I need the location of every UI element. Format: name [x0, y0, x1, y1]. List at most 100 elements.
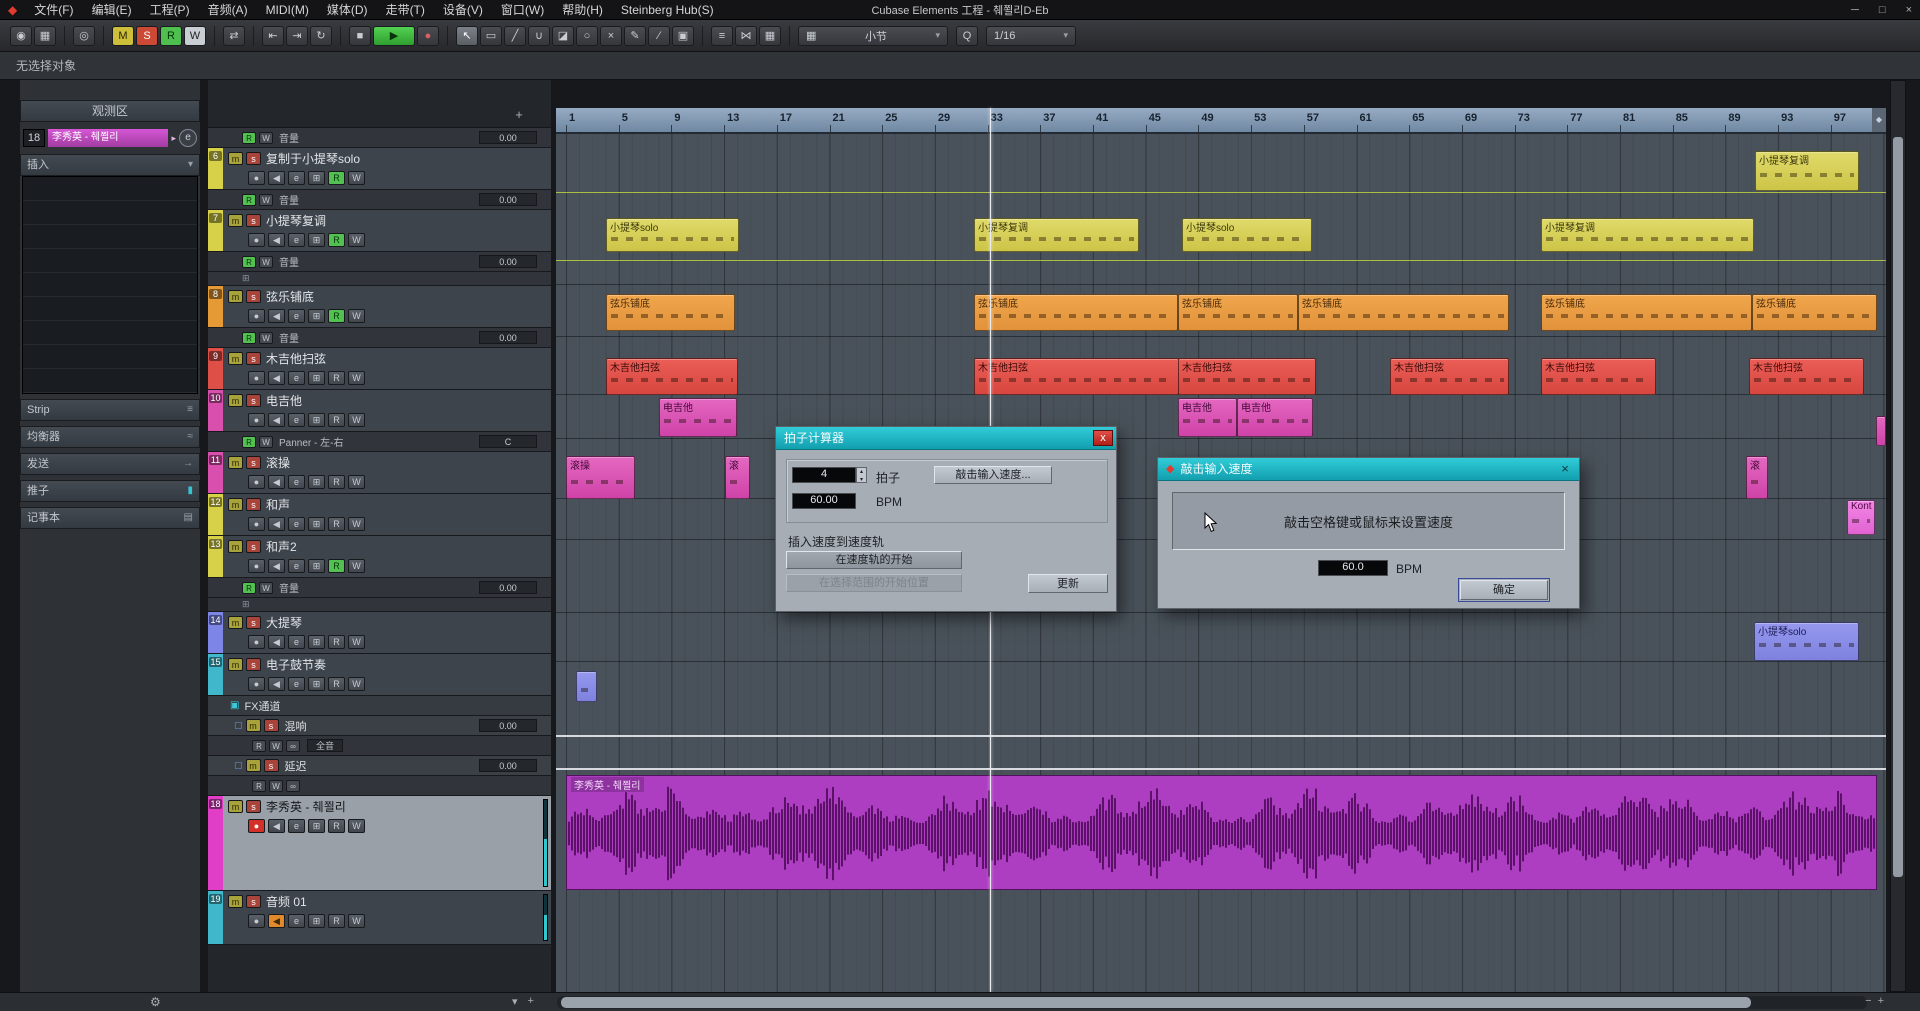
record-arm-button[interactable]: ●: [248, 413, 265, 427]
read-button[interactable]: R: [328, 635, 345, 649]
record-arm-button[interactable]: ●: [248, 517, 265, 531]
track-name[interactable]: 电吉他: [266, 392, 302, 409]
menu-item[interactable]: 设备(V): [434, 0, 492, 20]
insert-slot[interactable]: [23, 201, 197, 225]
insert-slot[interactable]: [23, 321, 197, 345]
solo-button[interactable]: s: [246, 800, 261, 813]
erase-tool[interactable]: ◪: [552, 25, 574, 46]
automation-row[interactable]: R W Panner - 左-右 C: [208, 432, 551, 452]
write-button[interactable]: W: [259, 131, 273, 144]
mute-button[interactable]: m: [228, 800, 243, 813]
solo-button[interactable]: s: [246, 456, 261, 469]
automation-row-extra[interactable]: ⊞: [208, 272, 551, 286]
solo-button[interactable]: s: [246, 290, 261, 303]
track-name[interactable]: 大提琴: [266, 614, 302, 631]
monitor-button[interactable]: ◀: [268, 171, 285, 185]
midi-input-button[interactable]: ⊞: [308, 413, 325, 427]
fx-W-button[interactable]: W: [269, 739, 283, 752]
edit-channel-button[interactable]: e: [288, 475, 305, 489]
track-row-18[interactable]: 18 m s 李秀英 - 췌쬘리 ● ◀ e ⊞ R W: [208, 796, 551, 891]
write-button[interactable]: W: [348, 635, 365, 649]
read-button[interactable]: R: [328, 517, 345, 531]
track-row-19[interactable]: 19 m s 音频 01 ● ◀ e ⊞ R W: [208, 891, 551, 945]
clip[interactable]: 弦乐铺底: [1298, 294, 1509, 331]
insert-slot[interactable]: [23, 369, 197, 393]
solo-button[interactable]: s: [246, 152, 261, 165]
gear-icon[interactable]: ⚙: [150, 995, 161, 1009]
mute-all-button[interactable]: M: [112, 25, 134, 46]
close-icon[interactable]: ×: [1557, 461, 1573, 477]
write-button[interactable]: W: [348, 413, 365, 427]
beats-field[interactable]: 4: [792, 467, 856, 483]
beat-calculator-title-bar[interactable]: 拍子计算器: [776, 427, 1116, 450]
tap-tempo-title-bar[interactable]: ◆ 敲击输入速度: [1158, 458, 1579, 481]
read-button[interactable]: R: [242, 435, 256, 448]
monitor-button[interactable]: ◀: [268, 517, 285, 531]
track-row-13[interactable]: 13 m s 和声2 ● ◀ e ⊞ R W: [208, 536, 551, 578]
solo-button[interactable]: s: [246, 352, 261, 365]
clip[interactable]: 弦乐铺底: [606, 294, 735, 331]
clip[interactable]: 弦乐铺底: [1541, 294, 1752, 331]
track-name[interactable]: 电子鼓节奏: [266, 656, 326, 673]
tap-bpm-field[interactable]: 60.0: [1318, 560, 1388, 576]
menu-item[interactable]: 媒体(D): [318, 0, 377, 20]
horizontal-scrollbar[interactable]: [557, 996, 1867, 1009]
fx-∞-button[interactable]: ∞: [286, 739, 300, 752]
clip[interactable]: Kont: [1847, 500, 1875, 535]
read-button[interactable]: R: [242, 131, 256, 144]
write-button[interactable]: W: [259, 193, 273, 206]
mute-button[interactable]: m: [228, 540, 243, 553]
insert-slot[interactable]: [23, 297, 197, 321]
automation-row[interactable]: R W 音量 0.00: [208, 252, 551, 272]
midi-input-button[interactable]: ⊞: [308, 233, 325, 247]
midi-input-button[interactable]: ⊞: [308, 914, 325, 928]
clip[interactable]: 滚操: [566, 456, 635, 499]
track-name[interactable]: 和声2: [266, 538, 297, 555]
record-arm-button[interactable]: ●: [248, 171, 265, 185]
close-button[interactable]: ×: [1906, 4, 1912, 16]
inspector-header[interactable]: 观测区: [20, 100, 200, 122]
insert-slot[interactable]: [23, 249, 197, 273]
ok-button[interactable]: 确定: [1458, 578, 1550, 602]
fx-track-row[interactable]: ▢ m s 延迟 0.00: [208, 756, 551, 776]
edit-channel-button[interactable]: e: [288, 635, 305, 649]
clip[interactable]: 小提琴复调: [974, 218, 1139, 252]
midi-input-button[interactable]: ⊞: [308, 171, 325, 185]
monitor-button[interactable]: ◀: [268, 475, 285, 489]
write-button[interactable]: W: [348, 475, 365, 489]
read-button[interactable]: R: [328, 309, 345, 323]
edit-channel-button[interactable]: e: [288, 517, 305, 531]
record-arm-button[interactable]: ●: [248, 233, 265, 247]
write-button[interactable]: W: [348, 233, 365, 247]
track-name[interactable]: 音频 01: [266, 893, 307, 910]
horizontal-scrollbar-thumb[interactable]: [561, 997, 1751, 1008]
at-tempo-track-start-button[interactable]: 在速度轨的开始: [786, 551, 962, 569]
clip[interactable]: [576, 671, 597, 702]
automation-value[interactable]: 0.00: [479, 131, 537, 144]
record-arm-button[interactable]: ●: [248, 635, 265, 649]
expand-tracks-button[interactable]: +: [528, 995, 534, 1008]
automation-value[interactable]: 0.00: [479, 193, 537, 206]
fx-sub-row[interactable]: R W ∞ 全音: [208, 736, 551, 756]
clip[interactable]: 小提琴复调: [1541, 218, 1754, 252]
read-button[interactable]: R: [328, 413, 345, 427]
clip[interactable]: 木吉他扫弦: [606, 358, 738, 395]
play-tool[interactable]: ∕: [648, 25, 670, 46]
spinner-up-icon[interactable]: ▴: [857, 468, 866, 476]
fx-sub-label[interactable]: 全音: [307, 739, 344, 752]
vertical-scrollbar-thumb[interactable]: [1893, 137, 1903, 877]
track-row-10[interactable]: 10 m s 电吉他 ● ◀ e ⊞ R W: [208, 390, 551, 432]
clip[interactable]: 木吉他扫弦: [1178, 358, 1316, 395]
close-icon[interactable]: x: [1093, 430, 1113, 446]
menu-item[interactable]: 帮助(H): [553, 0, 612, 20]
track-row-6[interactable]: 6 m s 复制于小提琴solo ● ◀ e ⊞ R W: [208, 148, 551, 190]
midi-input-button[interactable]: ⊞: [308, 677, 325, 691]
monitor-button[interactable]: ◀: [268, 559, 285, 573]
monitor-button[interactable]: ◀: [268, 635, 285, 649]
inspector-track-name[interactable]: 李秀英 - 췌쬘리: [48, 129, 169, 147]
track-name[interactable]: 弦乐铺底: [266, 288, 314, 305]
auto-punch-button[interactable]: ⇄: [223, 25, 245, 46]
clip[interactable]: 滚: [1746, 456, 1768, 499]
mute-button[interactable]: m: [245, 719, 261, 732]
track-name[interactable]: 复制于小提琴solo: [266, 150, 360, 167]
